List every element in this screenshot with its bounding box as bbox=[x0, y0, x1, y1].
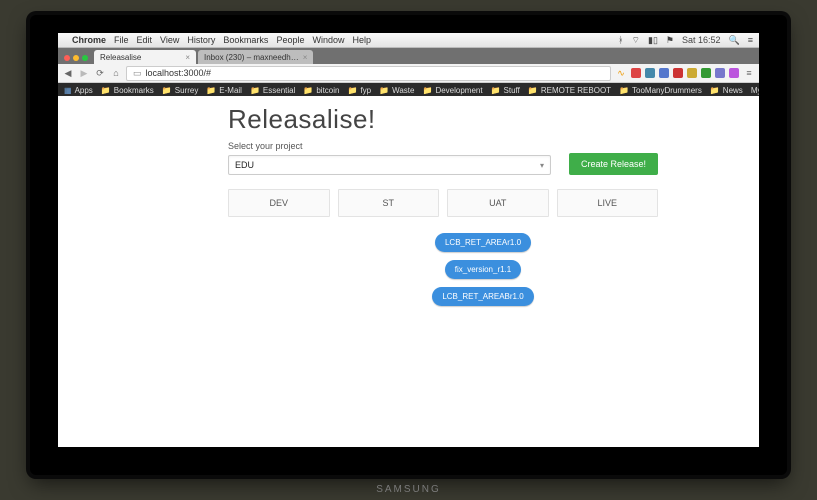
menu-window[interactable]: Window bbox=[312, 35, 344, 45]
extension-icon[interactable] bbox=[645, 68, 655, 78]
folder-icon: 📁 bbox=[206, 86, 216, 95]
clock-text[interactable]: Sat 16:52 bbox=[682, 35, 721, 45]
project-select[interactable]: EDU ▾ bbox=[228, 155, 551, 175]
wifi-icon[interactable]: ⌔ bbox=[632, 35, 640, 46]
folder-icon: 📁 bbox=[101, 86, 111, 95]
page-title: Releasalise! bbox=[228, 104, 658, 135]
home-button[interactable]: ⌂ bbox=[110, 67, 122, 79]
extension-icon[interactable] bbox=[729, 68, 739, 78]
extension-icon[interactable] bbox=[659, 68, 669, 78]
folder-icon: 📁 bbox=[250, 86, 260, 95]
bookmark-item[interactable]: 📁Development bbox=[422, 86, 482, 95]
menu-icon[interactable]: ≡ bbox=[748, 35, 753, 45]
select-label: Select your project bbox=[228, 141, 658, 151]
extension-icon[interactable] bbox=[701, 68, 711, 78]
env-dev[interactable]: DEV bbox=[228, 189, 330, 217]
extension-icon[interactable] bbox=[687, 68, 697, 78]
extension-icon[interactable] bbox=[715, 68, 725, 78]
window-controls[interactable] bbox=[62, 55, 92, 64]
page-viewport: Releasalise! Select your project EDU ▾ C… bbox=[58, 96, 759, 447]
menu-bookmarks[interactable]: Bookmarks bbox=[223, 35, 268, 45]
bookmark-item[interactable]: 📁Stuff bbox=[491, 86, 520, 95]
minimize-window-icon[interactable] bbox=[73, 55, 79, 61]
env-st[interactable]: ST bbox=[338, 189, 440, 217]
bookmark-item[interactable]: 📁Bookmarks bbox=[101, 86, 154, 95]
tab-inbox[interactable]: Inbox (230) – maxneedh… × bbox=[198, 50, 313, 64]
bookmark-item[interactable]: 📁E-Mail bbox=[206, 86, 242, 95]
release-pill[interactable]: fix_version_r1.1 bbox=[445, 260, 521, 279]
folder-icon: 📁 bbox=[710, 86, 720, 95]
mac-menu-bar: Chrome File Edit View History Bookmarks … bbox=[58, 33, 759, 48]
menu-history[interactable]: History bbox=[187, 35, 215, 45]
extension-icon[interactable] bbox=[673, 68, 683, 78]
close-tab-icon[interactable]: × bbox=[303, 53, 308, 62]
close-tab-icon[interactable]: × bbox=[185, 53, 190, 62]
release-pill[interactable]: LCB_RET_AREAr1.0 bbox=[435, 233, 531, 252]
bookmark-item[interactable]: 📁News bbox=[710, 86, 743, 95]
bookmark-item[interactable]: 📁fyp bbox=[347, 86, 371, 95]
app-menu[interactable]: Chrome bbox=[72, 35, 106, 45]
folder-icon: 📁 bbox=[347, 86, 357, 95]
chevron-down-icon: ▾ bbox=[540, 161, 544, 170]
menu-edit[interactable]: Edit bbox=[137, 35, 153, 45]
tab-label: Releasalise bbox=[100, 53, 141, 62]
extension-icon[interactable] bbox=[631, 68, 641, 78]
bookmark-item[interactable]: My Toolset – Clien… bbox=[751, 86, 759, 95]
chrome-tab-strip: Releasalise × Inbox (230) – maxneedh… × bbox=[58, 48, 759, 64]
url-text: localhost:3000/# bbox=[146, 68, 212, 78]
battery-icon[interactable]: ▮▯ bbox=[648, 35, 658, 46]
tab-releasalise[interactable]: Releasalise × bbox=[94, 50, 196, 64]
folder-icon: 📁 bbox=[303, 86, 313, 95]
menu-help[interactable]: Help bbox=[352, 35, 371, 45]
reload-button[interactable]: ⟳ bbox=[94, 67, 106, 79]
menu-button[interactable]: ≡ bbox=[743, 67, 755, 79]
tab-label: Inbox (230) – maxneedh… bbox=[204, 53, 299, 62]
menu-view[interactable]: View bbox=[160, 35, 179, 45]
env-uat[interactable]: UAT bbox=[447, 189, 549, 217]
bluetooth-icon[interactable]: ᚼ bbox=[618, 35, 623, 45]
zoom-window-icon[interactable] bbox=[82, 55, 88, 61]
bookmark-item[interactable]: 📁Essential bbox=[250, 86, 295, 95]
close-window-icon[interactable] bbox=[64, 55, 70, 61]
bookmark-item[interactable]: 📁REMOTE REBOOT bbox=[528, 86, 611, 95]
bookmark-apps[interactable]: ▦Apps bbox=[64, 86, 93, 95]
back-button[interactable]: ◀ bbox=[62, 67, 74, 79]
bookmark-item[interactable]: 📁Waste bbox=[379, 86, 414, 95]
folder-icon: 📁 bbox=[379, 86, 389, 95]
monitor-brand: SAMSUNG bbox=[376, 484, 441, 495]
bookmark-item[interactable]: 📁Surrey bbox=[162, 86, 199, 95]
create-release-button[interactable]: Create Release! bbox=[569, 153, 658, 175]
feed-icon[interactable]: ∿ bbox=[615, 67, 627, 79]
chrome-toolbar: ◀ ▶ ⟳ ⌂ ▭ localhost:3000/# ∿ ≡ bbox=[58, 64, 759, 83]
menu-people[interactable]: People bbox=[276, 35, 304, 45]
flag-icon[interactable]: ⚑ bbox=[666, 35, 674, 46]
page-icon: ▭ bbox=[133, 68, 142, 79]
folder-icon: 📁 bbox=[619, 86, 629, 95]
menu-file[interactable]: File bbox=[114, 35, 129, 45]
apps-icon: ▦ bbox=[64, 86, 72, 95]
release-pill[interactable]: LCB_RET_AREABr1.0 bbox=[432, 287, 533, 306]
bookmark-item[interactable]: 📁bitcoin bbox=[303, 86, 339, 95]
folder-icon: 📁 bbox=[491, 86, 501, 95]
forward-button[interactable]: ▶ bbox=[78, 67, 90, 79]
address-bar[interactable]: ▭ localhost:3000/# bbox=[126, 66, 611, 81]
select-value: EDU bbox=[235, 160, 254, 170]
folder-icon: 📁 bbox=[162, 86, 172, 95]
bookmark-item[interactable]: 📁TooManyDrummers bbox=[619, 86, 702, 95]
env-live[interactable]: LIVE bbox=[557, 189, 659, 217]
environment-row: DEV ST UAT LIVE bbox=[228, 189, 658, 217]
folder-icon: 📁 bbox=[422, 86, 432, 95]
folder-icon: 📁 bbox=[528, 86, 538, 95]
spotlight-icon[interactable]: 🔍 bbox=[729, 35, 740, 46]
release-list: LCB_RET_AREAr1.0 fix_version_r1.1 LCB_RE… bbox=[428, 233, 538, 306]
